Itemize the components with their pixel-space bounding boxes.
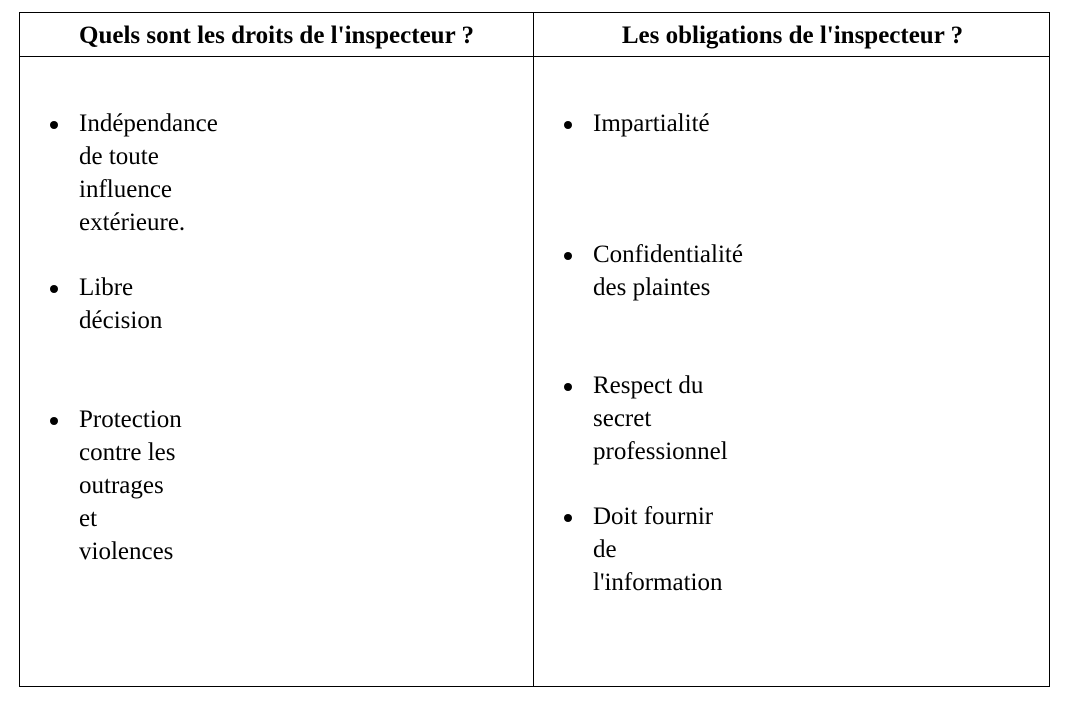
table-header-row: Quels sont les droits de l'inspecteur ? … <box>20 13 1049 57</box>
bullet-icon <box>50 285 58 293</box>
header-obligations: Les obligations de l'inspecteur ? <box>621 22 964 49</box>
list-item-text: Protection contre les outrages et violen… <box>79 406 182 565</box>
list-item-text: Doit fournir de l'information <box>593 503 723 596</box>
header-rights: Quels sont les droits de l'inspecteur ? <box>79 22 474 49</box>
list-item-text: Impartialité <box>593 110 710 137</box>
column-divider <box>533 13 534 686</box>
bullet-icon <box>564 252 572 260</box>
bullet-icon <box>50 417 58 425</box>
list-item-text: Indépendance de toute influence extérieu… <box>79 110 218 236</box>
bullet-icon <box>564 514 572 522</box>
bullet-icon <box>564 121 572 129</box>
bullet-icon <box>564 383 572 391</box>
list-item-text: Respect du secret professionnel <box>593 372 728 465</box>
list-item-text: Libre décision <box>79 274 163 334</box>
list-item-text: Confidentialité des plaintes <box>593 241 743 301</box>
bullet-icon <box>50 121 58 129</box>
